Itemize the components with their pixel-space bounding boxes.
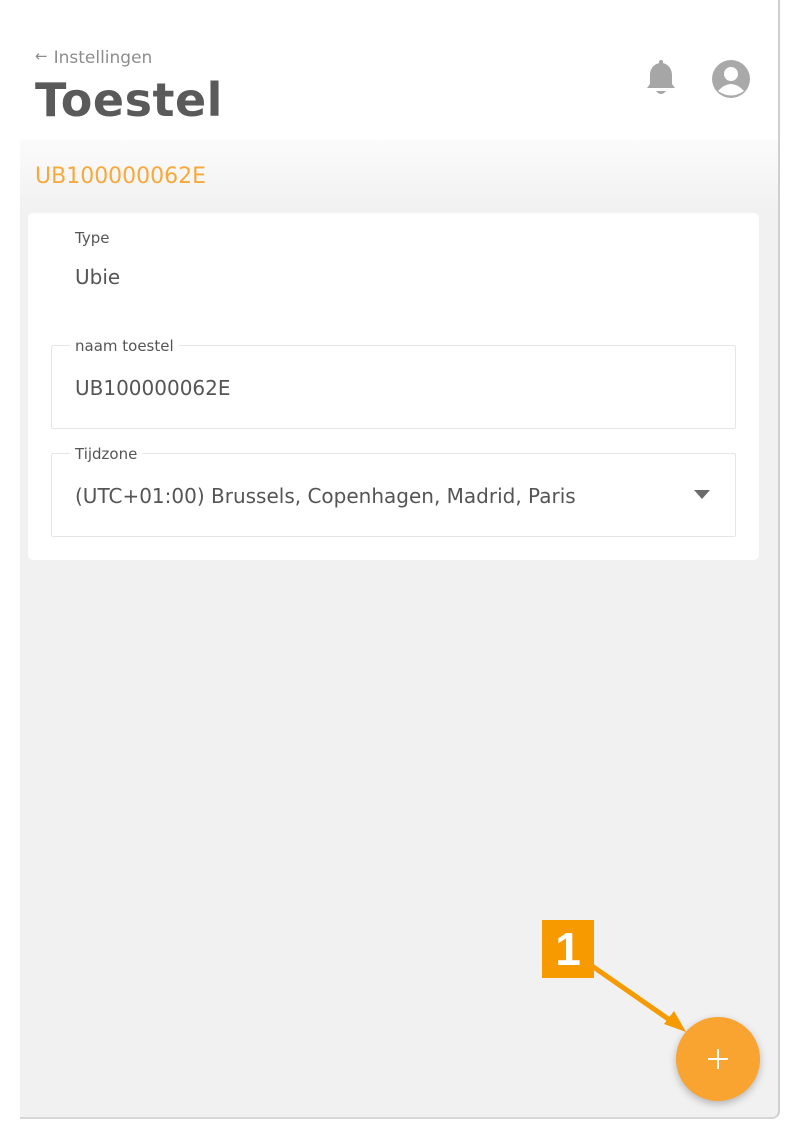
device-name-value[interactable]: UB100000062E bbox=[75, 376, 231, 400]
app-window: ← Instellingen Toestel UB100000062E Type… bbox=[20, 0, 780, 1119]
timezone-value: (UTC+01:00) Brussels, Copenhagen, Madrid… bbox=[75, 484, 576, 508]
page-header: ← Instellingen Toestel bbox=[20, 0, 778, 140]
annotation-badge: 1 bbox=[542, 920, 594, 978]
device-name-field[interactable]: naam toestel UB100000062E bbox=[51, 337, 736, 429]
back-link[interactable]: ← Instellingen bbox=[35, 47, 153, 68]
type-value: Ubie bbox=[75, 265, 121, 289]
plus-icon bbox=[708, 1049, 728, 1069]
bell-icon[interactable] bbox=[644, 60, 678, 98]
device-settings-card: Type Ubie naam toestel UB100000062E Tijd… bbox=[28, 213, 759, 560]
timezone-label: Tijdzone bbox=[70, 445, 143, 463]
device-id-heading: UB100000062E bbox=[35, 164, 207, 189]
page-title: Toestel bbox=[35, 73, 223, 127]
user-avatar-icon[interactable] bbox=[712, 60, 750, 98]
arrow-left-icon: ← bbox=[35, 47, 48, 65]
dropdown-caret-icon[interactable] bbox=[694, 490, 710, 499]
add-button[interactable] bbox=[676, 1017, 760, 1101]
type-label: Type bbox=[75, 229, 110, 247]
timezone-select[interactable]: Tijdzone (UTC+01:00) Brussels, Copenhage… bbox=[51, 445, 736, 537]
back-link-label: Instellingen bbox=[53, 48, 153, 68]
device-name-label: naam toestel bbox=[70, 337, 179, 355]
